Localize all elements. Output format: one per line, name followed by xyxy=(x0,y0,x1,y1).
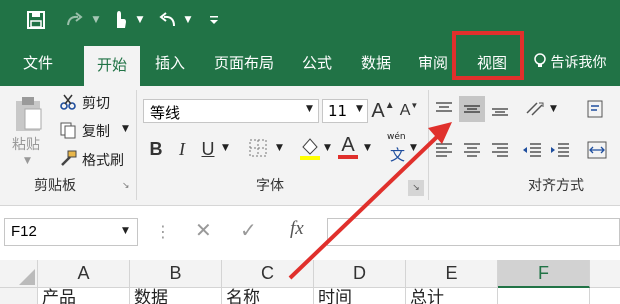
annotation-arrow xyxy=(288,122,452,280)
excel-window: ▼ ▼ ▼ 文件 开始 插入 页面布局 公式 数据 审阅 视图 告诉我你 粘贴 … xyxy=(0,0,620,304)
